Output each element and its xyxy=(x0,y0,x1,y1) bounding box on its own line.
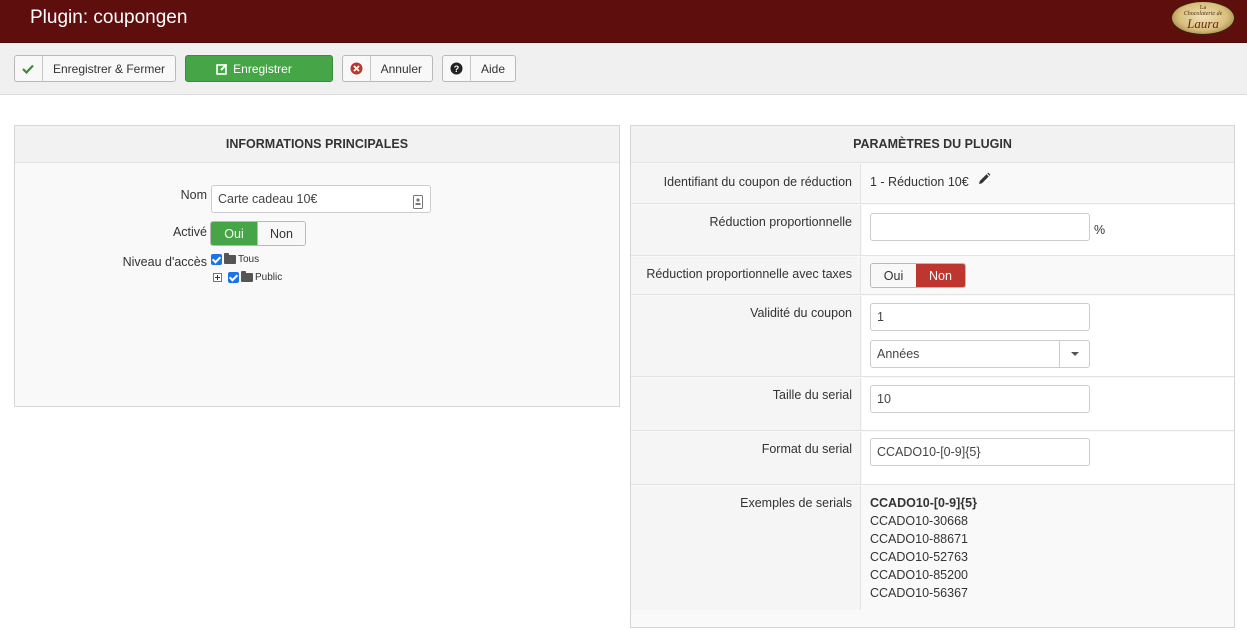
serial-size-label: Taille du serial xyxy=(772,388,852,402)
folder-icon xyxy=(224,253,236,264)
help-button[interactable]: ? Aide xyxy=(442,55,516,82)
active-toggle[interactable]: Oui Non xyxy=(210,221,306,246)
active-label: Activé xyxy=(172,225,207,239)
access-tree-item[interactable]: Tous xyxy=(211,253,259,265)
prop-taxes-row: Réduction proportionnelle avec taxes Oui… xyxy=(631,257,1234,295)
prop-taxes-no-option[interactable]: Non xyxy=(916,264,965,287)
plugin-params-title: PARAMÈTRES DU PLUGIN xyxy=(631,126,1234,163)
validity-unit-select[interactable]: Années xyxy=(870,340,1090,368)
active-yes-option[interactable]: Oui xyxy=(211,222,257,245)
prop-taxes-label: Réduction proportionnelle avec taxes xyxy=(646,267,852,281)
validity-row: Validité du coupon 1 Années xyxy=(631,296,1234,377)
pencil-icon[interactable] xyxy=(977,172,991,189)
coupon-id-label: Identifiant du coupon de réduction xyxy=(663,175,852,189)
svg-text:?: ? xyxy=(454,64,460,74)
expand-icon[interactable] xyxy=(213,273,222,282)
validity-input[interactable]: 1 xyxy=(870,303,1090,331)
prop-reduction-label: Réduction proportionnelle xyxy=(709,215,852,229)
serial-size-input[interactable]: 10 xyxy=(870,385,1090,413)
plugin-params-panel: PARAMÈTRES DU PLUGIN Identifiant du coup… xyxy=(630,125,1235,628)
toolbar: Enregistrer & Fermer Enregistrer Annuler… xyxy=(0,43,1247,95)
main-info-title: INFORMATIONS PRINCIPALES xyxy=(15,126,619,163)
save-button[interactable]: Enregistrer xyxy=(185,55,333,82)
list-item: CCADO10-52763 xyxy=(870,550,968,564)
serial-format-label: Format du serial xyxy=(761,442,852,456)
prop-reduction-row: Réduction proportionnelle % xyxy=(631,205,1234,256)
percent-unit: % xyxy=(1094,223,1106,237)
brand-logo: La Chocolaterie de Laura xyxy=(1171,1,1235,35)
save-close-button[interactable]: Enregistrer & Fermer xyxy=(14,55,176,82)
list-item: CCADO10-56367 xyxy=(870,586,968,600)
cancel-icon xyxy=(343,56,371,81)
serial-examples-row: Exemples de serials CCADO10-[0-9]{5} CCA… xyxy=(631,486,1234,610)
prop-taxes-toggle[interactable]: Oui Non xyxy=(870,263,966,288)
main-info-panel: INFORMATIONS PRINCIPALES Nom Carte cadea… xyxy=(14,125,620,407)
list-item: CCADO10-88671 xyxy=(870,532,968,546)
serial-examples-label: Exemples de serials xyxy=(740,496,852,510)
prop-taxes-yes-option[interactable]: Oui xyxy=(871,264,916,287)
checkbox-checked-icon[interactable] xyxy=(228,272,239,283)
list-item: CCADO10-85200 xyxy=(870,568,968,582)
prop-reduction-input[interactable] xyxy=(870,213,1090,241)
cancel-button[interactable]: Annuler xyxy=(342,55,433,82)
chevron-down-icon xyxy=(1059,341,1089,367)
access-level-label: Niveau d'accès xyxy=(122,255,207,269)
page-title: Plugin: coupongen xyxy=(30,7,188,28)
edit-icon xyxy=(216,63,228,75)
serial-size-row: Taille du serial 10 xyxy=(631,378,1234,431)
serial-examples-list: CCADO10-[0-9]{5} CCADO10-30668 CCADO10-8… xyxy=(870,494,977,602)
contact-card-icon xyxy=(413,192,423,218)
serial-format-input[interactable]: CCADO10-[0-9]{5} xyxy=(870,438,1090,466)
check-icon xyxy=(15,56,43,81)
coupon-id-row: Identifiant du coupon de réduction 1 - R… xyxy=(631,164,1234,204)
serial-format-row: Format du serial CCADO10-[0-9]{5} xyxy=(631,432,1234,485)
name-label: Nom xyxy=(180,188,207,202)
serial-examples-title: CCADO10-[0-9]{5} xyxy=(870,496,977,510)
app-header: Plugin: coupongen La Chocolaterie de Lau… xyxy=(0,0,1247,43)
help-icon: ? xyxy=(443,56,471,81)
active-no-option[interactable]: Non xyxy=(257,222,305,245)
list-item: CCADO10-30668 xyxy=(870,514,968,528)
coupon-id-value: 1 - Réduction 10€ xyxy=(870,175,969,189)
access-tree-item[interactable]: Public xyxy=(213,271,282,283)
name-input[interactable]: Carte cadeau 10€ xyxy=(211,185,431,213)
validity-label: Validité du coupon xyxy=(750,306,852,320)
folder-icon xyxy=(241,271,253,282)
checkbox-checked-icon[interactable] xyxy=(211,254,222,265)
